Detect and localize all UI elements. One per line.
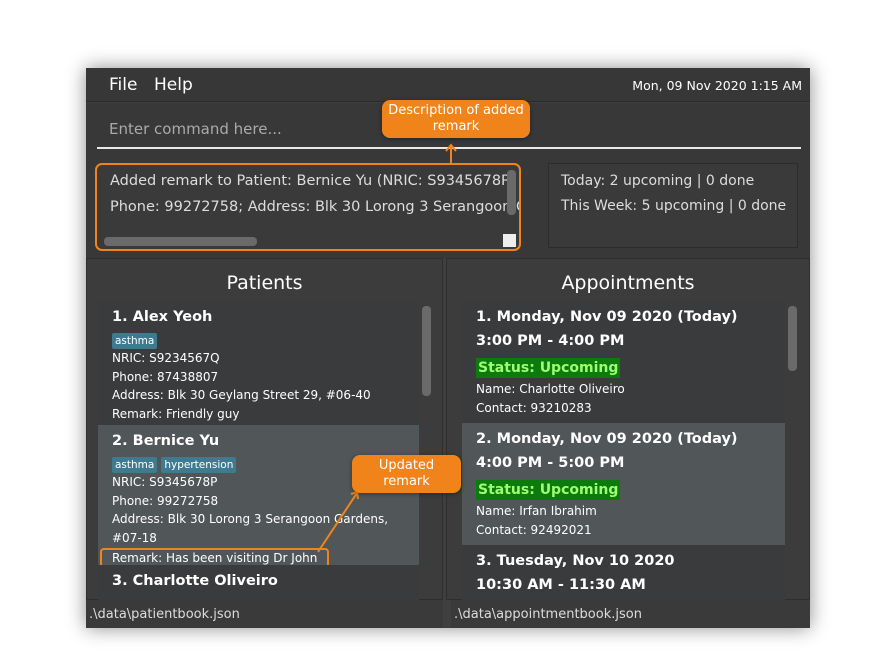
callout-updated-remark: Updated remark: [352, 455, 461, 493]
callout-description: Description of added remark: [382, 100, 530, 138]
updated-remark-arrow: [317, 492, 358, 553]
